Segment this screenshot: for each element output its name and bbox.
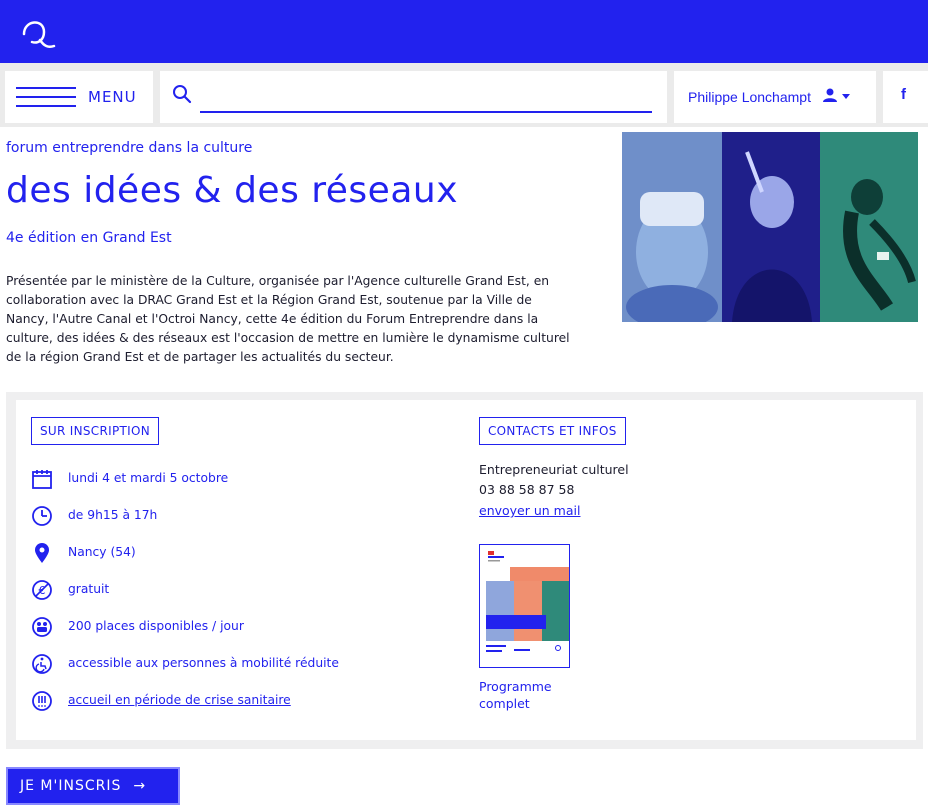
registration-tag: SUR INSCRIPTION	[31, 417, 159, 445]
info-row-price: € gratuit	[31, 579, 451, 605]
user-name: Philippe Lonchampt	[688, 89, 811, 105]
event-time: de 9h15 à 17h	[68, 508, 158, 522]
edition-subtitle: 4e édition en Grand Est	[6, 230, 172, 246]
sanitary-info-link[interactable]: accueil en période de crise sanitaire	[68, 693, 291, 707]
wheelchair-icon	[32, 654, 52, 674]
event-date: lundi 4 et mardi 5 octobre	[68, 471, 229, 485]
intro-line: collaboration avec la DRAC Grand Est et …	[6, 293, 532, 307]
intro-paragraph: Présentée par le ministère de la Culture…	[6, 272, 606, 367]
info-row-accessibility: accessible aux personnes à mobilité rédu…	[31, 653, 451, 679]
program-thumbnail[interactable]	[479, 544, 570, 668]
search-icon[interactable]	[172, 84, 192, 104]
register-button[interactable]: JE M'INSCRIS →	[6, 767, 180, 805]
top-bar	[0, 0, 928, 63]
user-menu[interactable]: Philippe Lonchampt	[674, 71, 876, 123]
register-button-label: JE M'INSCRIS	[20, 778, 122, 794]
nav-bar: MENU Philippe Lonchampt f	[0, 63, 928, 127]
hamburger-icon	[16, 87, 76, 107]
info-row-date: lundi 4 et mardi 5 octobre	[31, 468, 451, 494]
page-title: des idées & des réseaux	[6, 170, 459, 211]
info-row-time: de 9h15 à 17h	[31, 505, 451, 531]
contact-mail-link[interactable]: envoyer un mail	[479, 503, 580, 518]
menu-label: MENU	[88, 88, 137, 106]
contact-service: Entrepreneuriat culturel	[479, 462, 629, 477]
facebook-link[interactable]: f	[883, 71, 928, 123]
contact-phone: 03 88 58 87 58	[479, 482, 575, 497]
info-panel-inner: SUR INSCRIPTION lundi 4 et mardi 5 octob…	[16, 400, 916, 740]
event-accessibility: accessible aux personnes à mobilité rédu…	[68, 656, 339, 670]
location-pin-icon	[35, 543, 49, 563]
user-icon	[823, 88, 837, 102]
program-label-line: Programme	[479, 679, 552, 694]
chevron-down-icon	[842, 94, 850, 99]
event-capacity: 200 places disponibles / jour	[68, 619, 244, 633]
program-label-line: complet	[479, 696, 530, 711]
clock-icon	[32, 506, 52, 526]
intro-line: de la région Grand Est et de partager le…	[6, 350, 394, 364]
facebook-icon: f	[901, 86, 906, 103]
event-location: Nancy (54)	[68, 545, 136, 559]
free-euro-icon: €	[32, 580, 52, 600]
people-icon	[32, 617, 52, 637]
info-row-capacity: 200 places disponibles / jour	[31, 616, 451, 642]
calendar-icon	[32, 470, 52, 489]
search-input[interactable]	[200, 81, 652, 113]
event-price: gratuit	[68, 582, 110, 596]
contacts-tag: CONTACTS ET INFOS	[479, 417, 626, 445]
program-link[interactable]: Programme complet	[479, 678, 579, 712]
info-row-sanitary[interactable]: accueil en période de crise sanitaire	[31, 690, 451, 716]
info-row-location: Nancy (54)	[31, 542, 451, 568]
q-logo-icon[interactable]	[16, 10, 60, 54]
info-panel: SUR INSCRIPTION lundi 4 et mardi 5 octob…	[6, 392, 923, 749]
intro-line: Nancy, l'Autre Canal et l'Octroi Nancy, …	[6, 312, 539, 326]
event-kicker: forum entreprendre dans la culture	[6, 140, 253, 156]
alert-icon	[32, 691, 52, 711]
intro-line: Présentée par le ministère de la Culture…	[6, 274, 550, 288]
menu-button[interactable]: MENU	[5, 71, 153, 123]
search-box	[160, 71, 667, 123]
intro-line: culture, des idées & des réseaux est l'o…	[6, 331, 570, 345]
hero-image	[617, 127, 923, 327]
arrow-right-icon: →	[133, 778, 147, 794]
